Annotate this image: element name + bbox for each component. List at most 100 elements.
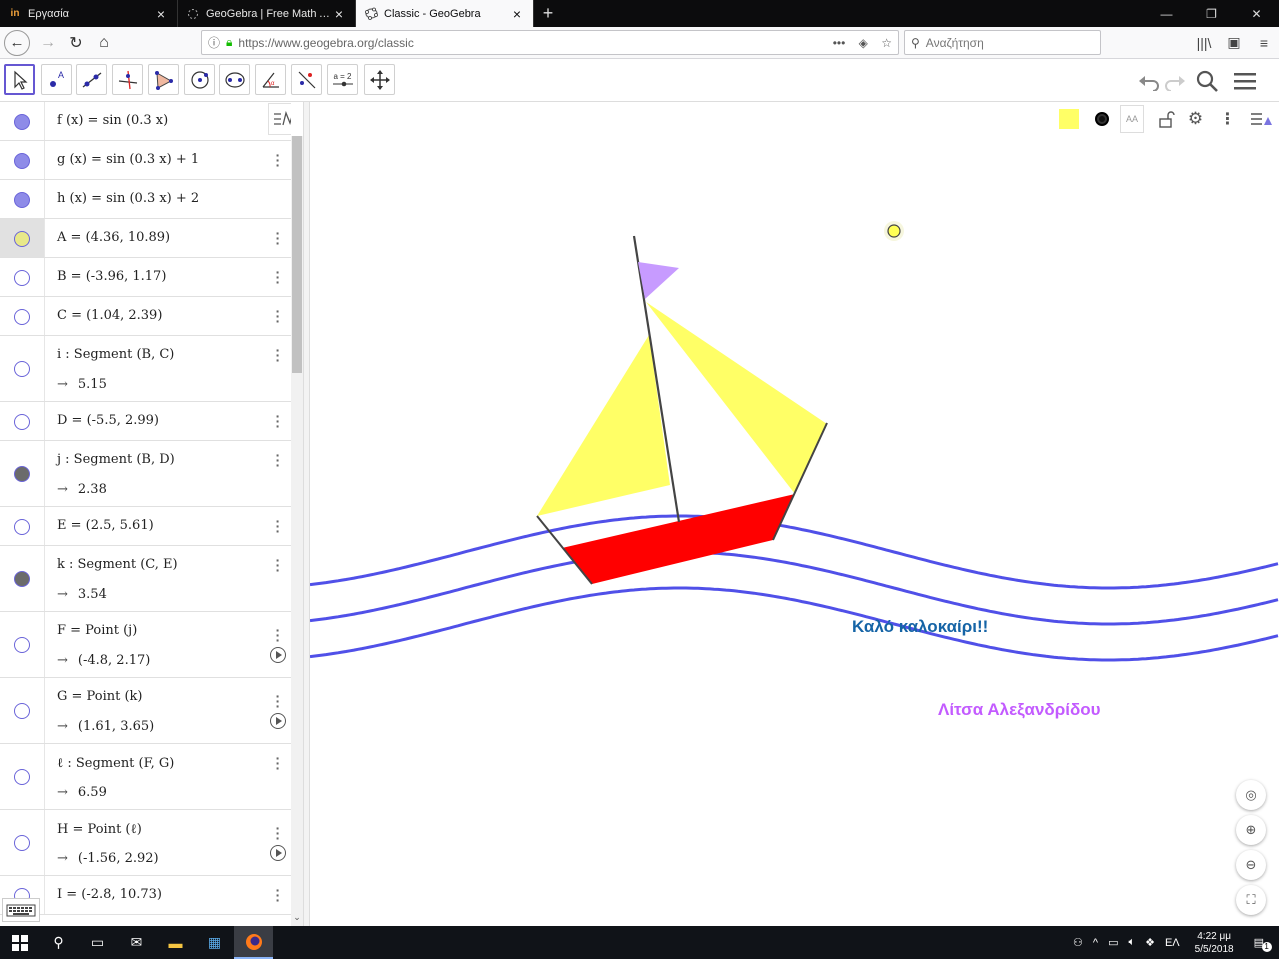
graphics-style-toggle-button[interactable]: [1248, 105, 1276, 133]
object-definition[interactable]: ℓ : Segment (F, G): [57, 755, 174, 771]
tab-classic-geogebra[interactable]: Classic - GeoGebra ×: [356, 0, 534, 27]
object-definition[interactable]: E = (2.5, 5.61): [57, 518, 154, 533]
play-animation-icon[interactable]: [270, 647, 286, 663]
more-options-kebab-icon[interactable]: · · ·: [272, 751, 284, 775]
fullscreen-button[interactable]: ⛶: [1236, 885, 1266, 915]
task-view-button[interactable]: ▭: [78, 926, 117, 959]
tray-expand-icon[interactable]: ^: [1093, 937, 1098, 949]
algebra-row[interactable]: f (x) = sin (0.3 x): [0, 102, 291, 141]
algebra-row[interactable]: k : Segment (C, E) → 3.54 · · ·: [0, 546, 291, 612]
more-options-kebab-icon[interactable]: · · ·: [272, 304, 284, 328]
visibility-marble-icon[interactable]: [14, 466, 30, 482]
object-definition[interactable]: H = Point (ℓ): [57, 821, 142, 837]
visibility-marble-icon[interactable]: [14, 637, 30, 653]
left-sail[interactable]: [537, 335, 670, 516]
more-options-kebab-icon[interactable]: · · ·: [272, 553, 284, 577]
settings-button[interactable]: ⚙: [1184, 105, 1212, 133]
visibility-marble-icon[interactable]: [14, 308, 30, 325]
visibility-marble-icon[interactable]: [14, 230, 30, 247]
visibility-toggle[interactable]: [0, 102, 45, 140]
more-options-kebab-icon[interactable]: · · ·: [272, 148, 284, 172]
back-button[interactable]: ←: [4, 29, 30, 56]
object-definition[interactable]: G = Point (k): [57, 689, 143, 704]
visibility-toggle[interactable]: [0, 402, 45, 440]
algebra-row[interactable]: B = (-3.96, 1.17) · · ·: [0, 258, 291, 297]
object-definition[interactable]: D = (-5.5, 2.99): [57, 413, 159, 428]
object-definition[interactable]: h (x) = sin (0.3 x) + 2: [57, 191, 199, 206]
point-tool-button[interactable]: A: [41, 64, 72, 95]
algebra-row[interactable]: ℓ : Segment (F, G) → 6.59 · · ·: [0, 744, 291, 810]
people-icon[interactable]: ⚇: [1073, 936, 1083, 949]
algebra-row[interactable]: i : Segment (B, C) → 5.15 · · ·: [0, 336, 291, 402]
algebra-row[interactable]: E = (2.5, 5.61) · · ·: [0, 507, 291, 546]
visibility-toggle[interactable]: [0, 546, 45, 611]
more-options-kebab-icon[interactable]: · · ·: [272, 821, 284, 845]
object-definition[interactable]: C = (1.04, 2.39): [57, 308, 162, 323]
boat-flag[interactable]: [638, 262, 679, 299]
visibility-toggle[interactable]: [0, 810, 45, 875]
more-options-kebab-icon[interactable]: · · ·: [272, 226, 284, 250]
graphics-canvas[interactable]: [310, 102, 1279, 926]
virtual-keyboard-button[interactable]: [2, 898, 40, 922]
scroll-down-arrow-icon[interactable]: ⌄: [291, 912, 303, 926]
algebra-row[interactable]: D = (-5.5, 2.99) · · ·: [0, 402, 291, 441]
file-explorer-button[interactable]: ▬: [156, 926, 195, 959]
search-bar[interactable]: ⚲ Αναζήτηση: [904, 30, 1101, 55]
algebra-style-bar-button[interactable]: [268, 103, 291, 135]
redo-button[interactable]: [1162, 71, 1188, 91]
standard-view-button[interactable]: ◎: [1236, 780, 1266, 810]
move-tool-button[interactable]: [4, 64, 35, 95]
visibility-marble-icon[interactable]: [14, 269, 30, 286]
visibility-marble-icon[interactable]: [14, 835, 30, 851]
mail-app-button[interactable]: ✉: [117, 926, 156, 959]
volume-icon[interactable]: 🔈︎: [1128, 936, 1135, 949]
object-definition[interactable]: F = Point (j): [57, 623, 137, 638]
search-button[interactable]: [1188, 69, 1226, 93]
more-options-kebab-icon[interactable]: · · ·: [272, 448, 284, 472]
more-options-kebab-icon[interactable]: · · ·: [272, 689, 284, 713]
visibility-marble-icon[interactable]: [14, 571, 30, 587]
algebra-row[interactable]: F = Point (j) → (-4.8, 2.17) · · ·: [0, 612, 291, 678]
bookmark-star-icon[interactable]: ☆: [881, 36, 892, 50]
algebra-row[interactable]: H = Point (ℓ) → (-1.56, 2.92) · · ·: [0, 810, 291, 876]
language-indicator[interactable]: ΕΛ: [1165, 937, 1180, 949]
more-options-button[interactable]: ⋮: [1216, 105, 1244, 133]
store-app-button[interactable]: ▦: [195, 926, 234, 959]
play-animation-icon[interactable]: [270, 713, 286, 729]
undo-button[interactable]: [1136, 71, 1162, 91]
action-center-button[interactable]: ▤ 1: [1249, 936, 1272, 952]
circle-tool-button[interactable]: [184, 64, 215, 95]
visibility-marble-icon[interactable]: [14, 152, 30, 169]
more-options-kebab-icon[interactable]: · · ·: [272, 343, 284, 367]
zoom-in-button[interactable]: ⊕: [1236, 815, 1266, 845]
close-icon[interactable]: ×: [509, 6, 525, 22]
point-style-button[interactable]: [1089, 105, 1117, 133]
greeting-text[interactable]: Καλό καλοκαίρι!!: [852, 617, 988, 637]
view-divider[interactable]: [303, 102, 310, 926]
visibility-marble-icon[interactable]: [14, 518, 30, 535]
visibility-toggle[interactable]: [0, 678, 45, 743]
visibility-toggle[interactable]: [0, 180, 45, 218]
main-menu-button[interactable]: [1226, 71, 1264, 91]
algebra-row[interactable]: A = (4.36, 10.89) · · ·: [0, 219, 291, 258]
visibility-marble-icon[interactable]: [14, 769, 30, 785]
sidebar-icon[interactable]: ▣: [1219, 34, 1249, 51]
polygon-tool-button[interactable]: [148, 64, 179, 95]
line-tool-button[interactable]: [76, 64, 107, 95]
tab-ergasia[interactable]: in Εργασία ×: [0, 0, 178, 27]
object-definition[interactable]: k : Segment (C, E): [57, 557, 178, 572]
visibility-toggle[interactable]: [0, 141, 45, 179]
zoom-out-button[interactable]: ⊖: [1236, 850, 1266, 880]
more-options-kebab-icon[interactable]: · · ·: [272, 514, 284, 538]
more-options-kebab-icon[interactable]: · · ·: [272, 623, 284, 647]
taskbar-search-button[interactable]: ⚲: [39, 926, 78, 959]
algebra-row[interactable]: g (x) = sin (0.3 x) + 1 · · ·: [0, 141, 291, 180]
conic-tool-button[interactable]: [219, 64, 250, 95]
info-icon[interactable]: ⓘ: [208, 34, 220, 51]
tab-geogebra-apps[interactable]: GeoGebra | Free Math Apps - us ×: [178, 0, 356, 27]
perpendicular-tool-button[interactable]: [112, 64, 143, 95]
visibility-toggle[interactable]: [0, 219, 45, 257]
firefox-taskbar-button[interactable]: [234, 926, 273, 959]
start-button[interactable]: [0, 926, 39, 959]
play-animation-icon[interactable]: [270, 845, 286, 861]
